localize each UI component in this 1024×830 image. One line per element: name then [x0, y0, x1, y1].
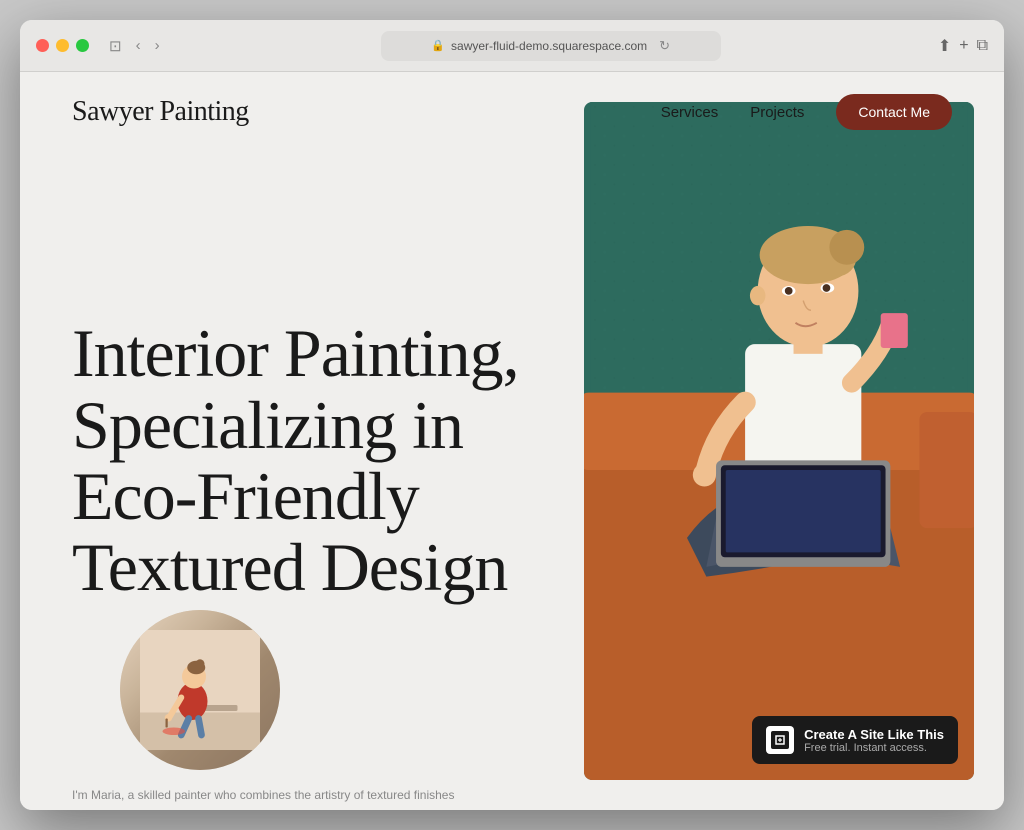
nav-services-link[interactable]: Services — [661, 104, 719, 121]
hero-left: Interior Painting, Specializing in Eco-F… — [20, 72, 584, 810]
hero-heading: Interior Painting, Specializing in Eco-F… — [72, 318, 524, 604]
badge-text: Create A Site Like This Free trial. Inst… — [804, 727, 944, 754]
forward-button[interactable]: › — [151, 35, 164, 56]
reload-icon: ↻ — [659, 38, 670, 54]
traffic-lights — [36, 39, 89, 52]
close-button[interactable] — [36, 39, 49, 52]
browser-controls: ⊡ ‹ › — [105, 35, 164, 57]
browser-window: ⊡ ‹ › 🔒 sawyer-fluid-demo.squarespace.co… — [20, 20, 1004, 810]
url-text: sawyer-fluid-demo.squarespace.com — [451, 39, 647, 53]
website-content: Sawyer Painting Services Projects Contac… — [20, 72, 1004, 810]
hero-caption: I'm Maria, a skilled painter who combine… — [72, 788, 544, 802]
hero-main-image: Create A Site Like This Free trial. Inst… — [584, 102, 974, 780]
contact-me-button[interactable]: Contact Me — [836, 94, 952, 130]
duplicate-button[interactable]: ⧉ — [977, 37, 988, 55]
address-bar-container: 🔒 sawyer-fluid-demo.squarespace.com ↻ — [176, 31, 926, 61]
window-mode-button[interactable]: ⊡ — [105, 35, 126, 57]
nav-projects-link[interactable]: Projects — [750, 104, 804, 121]
share-button[interactable]: ⬆ — [938, 36, 951, 56]
circular-painter-image — [120, 610, 280, 770]
navigation: Sawyer Painting Services Projects Contac… — [20, 72, 1004, 152]
new-tab-button[interactable]: + — [959, 37, 968, 55]
squarespace-logo-inner — [771, 731, 789, 749]
minimize-button[interactable] — [56, 39, 69, 52]
browser-actions: ⬆ + ⧉ — [938, 36, 988, 56]
back-button[interactable]: ‹ — [132, 35, 145, 56]
address-bar[interactable]: 🔒 sawyer-fluid-demo.squarespace.com ↻ — [381, 31, 721, 61]
hero-section: Interior Painting, Specializing in Eco-F… — [20, 72, 1004, 810]
painter-illustration — [140, 630, 260, 750]
site-logo[interactable]: Sawyer Painting — [72, 96, 249, 128]
badge-title: Create A Site Like This — [804, 727, 944, 742]
squarespace-logo — [766, 726, 794, 754]
nav-links: Services Projects Contact Me — [661, 94, 952, 130]
lock-icon: 🔒 — [431, 39, 445, 52]
hero-image-bg — [584, 102, 974, 780]
maximize-button[interactable] — [76, 39, 89, 52]
circular-image-inner — [120, 610, 280, 770]
squarespace-badge[interactable]: Create A Site Like This Free trial. Inst… — [752, 716, 958, 764]
squarespace-icon — [773, 733, 787, 747]
badge-subtitle: Free trial. Instant access. — [804, 742, 944, 754]
woman-illustration — [584, 102, 974, 780]
browser-chrome: ⊡ ‹ › 🔒 sawyer-fluid-demo.squarespace.co… — [20, 20, 1004, 72]
